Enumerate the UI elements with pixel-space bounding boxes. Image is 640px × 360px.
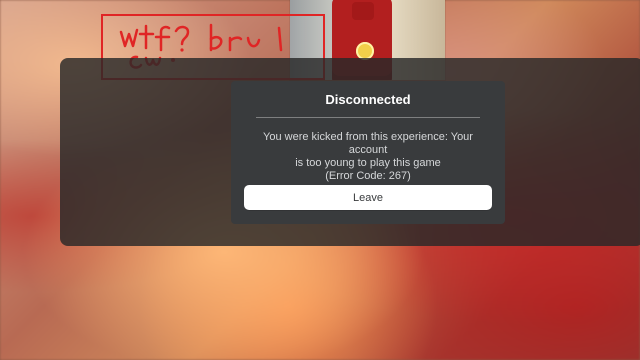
avatar-head xyxy=(352,2,374,20)
dialog-title: Disconnected xyxy=(325,92,411,107)
message-line-2: is too young to play this game xyxy=(295,157,441,169)
message-line-1: You were kicked from this experience: Yo… xyxy=(263,131,473,156)
title-divider xyxy=(256,117,480,118)
error-message: You were kicked from this experience: Yo… xyxy=(244,131,492,183)
error-code: (Error Code: 267) xyxy=(325,170,411,182)
leave-button[interactable]: Leave xyxy=(244,185,492,210)
disconnected-dialog: Disconnected You were kicked from this e… xyxy=(231,81,505,224)
